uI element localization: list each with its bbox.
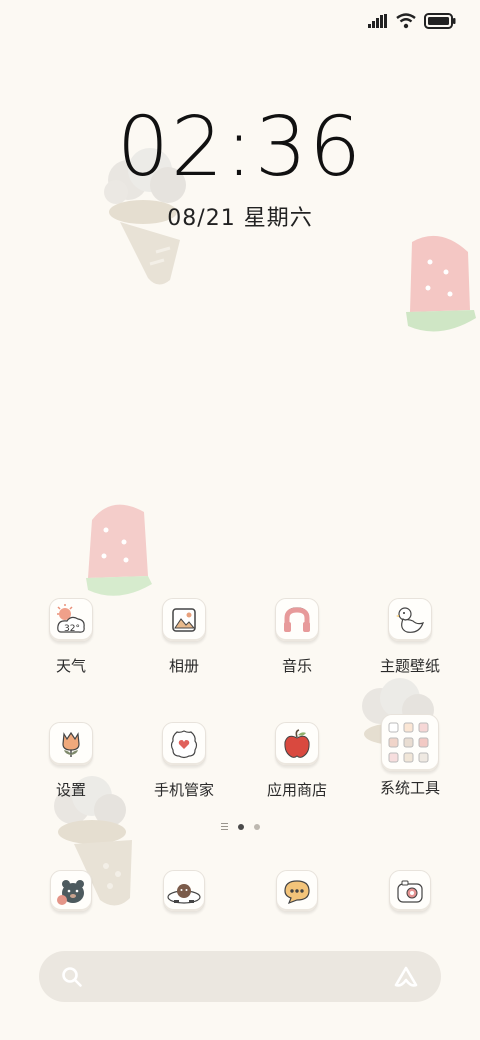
contacts-tile xyxy=(163,870,205,912)
camera-icon xyxy=(397,880,423,903)
system-tools-folder-icon xyxy=(388,722,429,763)
music-icon xyxy=(284,607,310,632)
app-store[interactable]: 应用商店 xyxy=(242,722,352,800)
search-icon xyxy=(62,966,82,987)
app-security[interactable]: 手机管家 xyxy=(129,722,239,800)
watermelon-decoration xyxy=(86,504,152,596)
search-bar[interactable] xyxy=(39,951,441,1002)
clock-time[interactable]: 02:36 xyxy=(0,100,480,195)
system-tools-folder-tile xyxy=(381,714,439,772)
app-gallery[interactable]: 相册 xyxy=(129,598,239,676)
app-settings[interactable]: 设置 xyxy=(16,722,126,800)
gallery-icon xyxy=(172,608,196,632)
dock-phone[interactable] xyxy=(16,870,126,912)
weather-icon: 32° xyxy=(57,604,85,634)
signal-icon xyxy=(368,14,387,28)
settings-tile xyxy=(49,722,93,766)
gallery-tile xyxy=(162,598,206,642)
dock-contacts[interactable] xyxy=(129,870,239,912)
weather-tile: 32° xyxy=(49,598,93,642)
app-label: 相册 xyxy=(168,657,199,675)
app-label: 主题壁纸 xyxy=(379,657,440,675)
app-label: 音乐 xyxy=(281,657,312,675)
app-music[interactable]: 音乐 xyxy=(242,598,352,676)
watermelon-decoration xyxy=(406,235,476,332)
battery-icon xyxy=(424,13,456,29)
app-themes[interactable]: 主题壁纸 xyxy=(355,598,465,676)
settings-icon xyxy=(62,731,80,757)
messages-tile xyxy=(276,870,318,912)
page-dot xyxy=(253,823,260,830)
app-label: 设置 xyxy=(55,781,86,799)
security-icon xyxy=(170,730,198,759)
clock-date[interactable]: 08/21 星期六 xyxy=(0,200,480,232)
wifi-icon xyxy=(396,13,416,29)
page-indicator[interactable] xyxy=(0,823,480,830)
camera-tile xyxy=(389,870,431,912)
page-list-icon xyxy=(220,823,228,830)
app-label: 天气 xyxy=(55,657,86,675)
app-label: 手机管家 xyxy=(153,781,214,799)
security-tile xyxy=(162,722,206,766)
app-store-tile xyxy=(275,722,319,766)
dock-camera[interactable] xyxy=(355,870,465,912)
assistant-icon[interactable] xyxy=(393,965,419,989)
weather-temp: 32° xyxy=(64,624,80,634)
phone-tile xyxy=(50,870,92,912)
app-store-icon xyxy=(284,729,310,758)
page-dot-active xyxy=(237,823,244,830)
app-weather[interactable]: 32° 天气 xyxy=(16,598,126,676)
messages-icon xyxy=(284,880,310,905)
app-label: 系统工具 xyxy=(379,779,440,797)
folder-system-tools[interactable]: 系统工具 xyxy=(355,714,465,798)
status-bar xyxy=(368,10,456,32)
themes-tile xyxy=(388,598,432,642)
dock-messages[interactable] xyxy=(242,870,352,912)
app-label: 应用商店 xyxy=(266,781,327,799)
music-tile xyxy=(275,598,319,642)
themes-icon xyxy=(396,607,424,633)
phone-icon xyxy=(57,880,84,905)
contacts-icon xyxy=(167,884,201,904)
